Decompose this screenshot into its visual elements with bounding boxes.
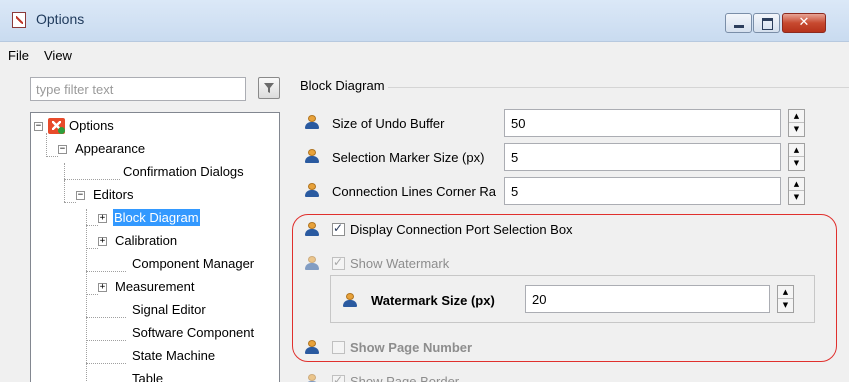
tree-item-label: Signal Editor <box>132 302 206 317</box>
undo-buffer-spinner[interactable]: ▲ ▼ <box>788 109 805 137</box>
window-title: Options <box>36 11 85 27</box>
tree-connector <box>64 202 76 203</box>
undo-buffer-input[interactable] <box>504 109 781 137</box>
spin-down-icon[interactable]: ▼ <box>789 157 804 170</box>
spin-up-icon[interactable]: ▲ <box>789 110 804 123</box>
tree-item-component-manager[interactable]: Component Manager <box>132 253 254 275</box>
menu-view[interactable]: View <box>44 48 72 63</box>
user-icon <box>305 183 319 197</box>
expand-toggle[interactable]: − <box>34 122 43 131</box>
tree-item-editors[interactable]: Editors <box>93 184 133 206</box>
minimize-button[interactable] <box>725 13 752 33</box>
tree-item-label: Options <box>69 118 114 133</box>
app-icon <box>12 12 26 28</box>
tree-item-appearance[interactable]: Appearance <box>75 138 145 160</box>
options-icon <box>48 118 65 134</box>
options-tree[interactable]: − Options − Appearance Confirmation Dial… <box>30 112 280 382</box>
tree-item-options[interactable]: Options <box>69 115 114 137</box>
title-bar[interactable]: Options ✕ <box>0 0 849 42</box>
group-title: Block Diagram <box>300 78 385 93</box>
spin-up-icon[interactable]: ▲ <box>789 178 804 191</box>
tree-item-software-component[interactable]: Software Component <box>132 322 254 344</box>
tree-item-table[interactable]: Table <box>132 368 163 382</box>
tree-item-signal-editor[interactable]: Signal Editor <box>132 299 206 321</box>
user-icon <box>305 149 319 163</box>
menu-file[interactable]: File <box>8 48 29 63</box>
expand-toggle[interactable]: − <box>76 191 85 200</box>
show-page-border-label: Show Page Border <box>350 374 460 382</box>
tree-item-calibration[interactable]: Calibration <box>115 230 177 252</box>
undo-buffer-label: Size of Undo Buffer <box>332 116 445 131</box>
maximize-button[interactable] <box>753 13 780 33</box>
settings-pane: Block Diagram Size of Undo Buffer ▲ ▼ Se… <box>292 70 849 382</box>
tree-connector <box>86 294 98 295</box>
tree-item-label: Editors <box>93 187 134 202</box>
highlight-annotation <box>292 214 837 362</box>
tree-connector <box>64 179 120 180</box>
show-page-border-checkbox[interactable] <box>332 373 345 382</box>
tree-item-label: Appearance <box>75 141 146 156</box>
funnel-icon <box>264 83 274 93</box>
spin-down-icon[interactable]: ▼ <box>789 123 804 136</box>
tree-connector <box>46 156 58 157</box>
tree-connector <box>46 133 47 157</box>
selection-marker-input[interactable] <box>504 143 781 171</box>
tree-item-label: Confirmation Dialogs <box>123 164 244 179</box>
expand-toggle[interactable]: + <box>98 283 107 292</box>
expand-toggle[interactable]: − <box>58 145 67 154</box>
tree-connector <box>86 271 126 272</box>
expand-toggle[interactable]: + <box>98 214 107 223</box>
corner-radius-spinner[interactable]: ▲ ▼ <box>788 177 805 205</box>
tree-item-label: Software Component <box>132 325 255 340</box>
expand-toggle[interactable]: + <box>98 237 107 246</box>
tree-connector <box>86 248 98 249</box>
options-window: Options ✕ File View type filter text − O… <box>0 0 849 382</box>
tree-connector <box>86 363 126 364</box>
user-icon <box>305 115 319 129</box>
tree-connector <box>86 340 126 341</box>
tree-item-label: Component Manager <box>132 256 255 271</box>
spin-up-icon[interactable]: ▲ <box>789 144 804 157</box>
selection-marker-label: Selection Marker Size (px) <box>332 150 485 165</box>
tree-item-label: Calibration <box>115 233 178 248</box>
close-button[interactable]: ✕ <box>782 13 826 33</box>
menu-bar: File View <box>0 43 849 68</box>
user-icon <box>305 374 319 382</box>
tree-connector <box>86 209 87 382</box>
filter-button[interactable] <box>258 77 280 99</box>
tree-connector <box>64 179 65 202</box>
tree-item-measurement[interactable]: Measurement <box>115 276 194 298</box>
corner-radius-input[interactable] <box>504 177 781 205</box>
tree-item-label: Block Diagram <box>113 209 200 226</box>
tree-item-label: Table <box>132 371 164 382</box>
spin-down-icon[interactable]: ▼ <box>789 191 804 204</box>
filter-input[interactable] <box>30 77 246 101</box>
navigation-pane: − Options − Appearance Confirmation Dial… <box>22 70 288 382</box>
corner-radius-label: Connection Lines Corner Ra <box>332 184 497 199</box>
tree-item-block-diagram[interactable]: Block Diagram <box>113 207 200 229</box>
tree-item-state-machine[interactable]: State Machine <box>132 345 215 367</box>
tree-item-label: State Machine <box>132 348 216 363</box>
selection-marker-spinner[interactable]: ▲ ▼ <box>788 143 805 171</box>
tree-item-label: Measurement <box>115 279 195 294</box>
tree-connector <box>86 317 126 318</box>
group-divider <box>388 87 849 88</box>
tree-item-confirmation-dialogs[interactable]: Confirmation Dialogs <box>123 161 244 183</box>
close-icon: ✕ <box>798 15 810 30</box>
tree-connector <box>86 225 98 226</box>
